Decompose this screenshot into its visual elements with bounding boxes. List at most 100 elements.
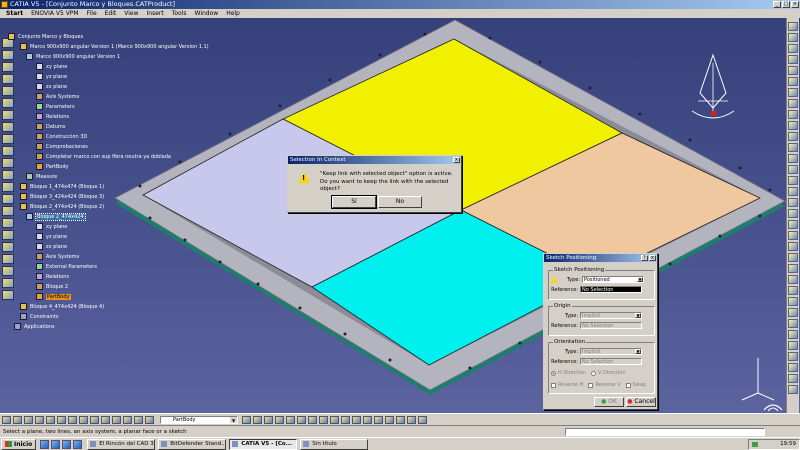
toolbar-icon-b19[interactable] <box>286 416 295 424</box>
tree-bloque4[interactable]: Bloque 4_474x424 (Bloque 4) <box>20 302 104 311</box>
tree-relations[interactable]: Relations <box>36 112 69 121</box>
toolbar-icon-b16[interactable] <box>253 416 262 424</box>
tree-applications[interactable]: Applications <box>14 322 55 331</box>
toolbar-icon-b9[interactable] <box>90 416 99 424</box>
toolbar-icon-b26[interactable] <box>363 416 372 424</box>
tree-datums[interactable]: Datums <box>36 122 66 131</box>
toolbar-icon-r7[interactable] <box>788 88 798 97</box>
menu-enovia[interactable]: ENOVIA V5 VPM <box>27 9 83 18</box>
taskbar-item-bitdefender[interactable]: BitDefender Stand... <box>158 438 227 450</box>
v-direction-radio[interactable]: V Direction <box>590 370 626 376</box>
orientation-reference-field[interactable]: No Selection <box>580 358 642 365</box>
h-direction-radio[interactable]: H Direction <box>551 370 586 376</box>
no-button[interactable]: No <box>378 196 422 208</box>
toolbar-icon-r24[interactable] <box>788 275 798 284</box>
tree-parameters[interactable]: Parameters <box>36 102 75 111</box>
toolbar-icon-r23[interactable] <box>788 264 798 273</box>
sketch-close-button[interactable]: × <box>649 255 656 261</box>
toolbar-icon-b5[interactable] <box>46 416 55 424</box>
toolbar-icon-r20[interactable] <box>788 231 798 240</box>
toolbar-icon-r25[interactable] <box>788 286 798 295</box>
cancel-button[interactable]: ● Cancel <box>626 397 656 407</box>
toolbar-icon-r18[interactable] <box>788 209 798 218</box>
menu-view[interactable]: View <box>120 9 142 18</box>
tree-relations-2[interactable]: Relations <box>36 272 69 281</box>
toolbar-icon-b2[interactable] <box>13 416 22 424</box>
toolbar-icon-r16[interactable] <box>788 187 798 196</box>
tree-xy-plane[interactable]: xy plane <box>36 62 67 71</box>
tree-zx-plane[interactable]: zx plane <box>36 82 67 91</box>
tree-completar[interactable]: Completar marco con sup fibra neutra ya … <box>36 152 171 161</box>
origin-type-select[interactable]: Implicit ▼ <box>580 312 642 319</box>
tree-bloque1[interactable]: Bloque 1_474x474 (Bloque 1) <box>20 182 104 191</box>
command-input[interactable] <box>565 428 765 436</box>
start-button[interactable]: Inicio <box>1 438 37 450</box>
reverse-h-checkbox[interactable]: Reverse H <box>551 382 583 388</box>
toolbar-icon-b20[interactable] <box>297 416 306 424</box>
tree-axis-systems-2[interactable]: Axis Systems <box>36 252 79 261</box>
menu-help[interactable]: Help <box>222 9 244 18</box>
toolbar-icon-r4[interactable] <box>788 55 798 64</box>
close-button[interactable]: × <box>791 1 799 8</box>
tray-icon[interactable] <box>752 441 758 447</box>
tree-zx-plane-2[interactable]: zx plane <box>36 242 67 251</box>
reverse-v-checkbox[interactable]: Reverse V <box>588 382 621 388</box>
tree-partbody[interactable]: PartBody <box>36 162 69 171</box>
toolbar-icon-b12[interactable] <box>123 416 132 424</box>
chevron-down-icon[interactable]: ▼ <box>637 277 643 282</box>
taskbar-item-catia[interactable]: CATIA V5 - [Co... <box>229 438 298 450</box>
toolbar-icon-r13[interactable] <box>788 154 798 163</box>
toolbar-icon-r27[interactable] <box>788 308 798 317</box>
toolbar-icon-r8[interactable] <box>788 99 798 108</box>
minimize-button[interactable]: _ <box>773 1 781 8</box>
menu-insert[interactable]: Insert <box>143 9 168 18</box>
orientation-type-select[interactable]: Implicit ▼ <box>580 348 642 355</box>
tree-bloque3[interactable]: Bloque 3_424x424 (Bloque 3) <box>20 192 104 201</box>
toolbar-icon-b11[interactable] <box>112 416 121 424</box>
tree-bloque2[interactable]: Bloque 2_474x424 (Bloque 2) <box>20 202 104 211</box>
toolbar-icon-b18[interactable] <box>275 416 284 424</box>
swap-checkbox[interactable]: Swap <box>625 382 646 388</box>
type-select[interactable]: Positioned ▼ <box>582 276 644 283</box>
toolbar-icon-r34[interactable] <box>788 385 798 394</box>
origin-reference-field[interactable]: No Selection <box>580 322 642 329</box>
menu-edit[interactable]: Edit <box>101 9 121 18</box>
tree-axis-systems[interactable]: Axis Systems <box>36 92 79 101</box>
tree-root[interactable]: Conjunto Marco y Bloques <box>8 32 83 41</box>
tree-marco-part[interactable]: Marco 900x900 angular Version 1 <box>26 52 120 61</box>
toolbar-icon-b3[interactable] <box>24 416 33 424</box>
toolbar-icon-b6[interactable] <box>57 416 66 424</box>
toolbar-icon-r26[interactable] <box>788 297 798 306</box>
part-body-combo[interactable]: PartBody ▼ <box>160 416 238 424</box>
toolbar-icon-r19[interactable] <box>788 220 798 229</box>
toolbar-icon-b8[interactable] <box>79 416 88 424</box>
toolbar-icon-r29[interactable] <box>788 330 798 339</box>
toolbar-icon-b17[interactable] <box>264 416 273 424</box>
toolbar-icon-r11[interactable] <box>788 132 798 141</box>
toolbar-icon-b31[interactable] <box>418 416 427 424</box>
toolbar-icon-r10[interactable] <box>788 121 798 130</box>
toolbar-icon-r1[interactable] <box>788 22 798 31</box>
toolbar-icon-b30[interactable] <box>407 416 416 424</box>
toolbar-icon-r17[interactable] <box>788 198 798 207</box>
tree-bloque2-part[interactable]: Bloque 2_474x424 <box>26 212 86 221</box>
tree-partbody-2[interactable]: PartBody <box>36 292 71 301</box>
tree-construccion[interactable]: Construccion 3D <box>36 132 87 141</box>
toolbar-icon-r9[interactable] <box>788 110 798 119</box>
compass-icon[interactable] <box>688 53 738 128</box>
toolbar-icon-b1[interactable] <box>2 416 11 424</box>
tree-bloque2-body[interactable]: Bloque 2 <box>36 282 68 291</box>
toolbar-icon-r3[interactable] <box>788 44 798 53</box>
dialog-close-button[interactable]: × <box>453 157 460 163</box>
toolbar-icon-b14[interactable] <box>145 416 154 424</box>
reference-field[interactable]: No Selection <box>580 286 642 293</box>
tree-marco[interactable]: Marco 900x900 angular Version 1 (Marco 9… <box>20 42 209 51</box>
tree-comprobaciones[interactable]: Comprobaciones <box>36 142 88 151</box>
toolbar-icon-r12[interactable] <box>788 143 798 152</box>
quicklaunch-icon-3[interactable] <box>62 439 72 449</box>
toolbar-icon-r22[interactable] <box>788 253 798 262</box>
toolbar-icon-b25[interactable] <box>352 416 361 424</box>
toolbar-icon-b22[interactable] <box>319 416 328 424</box>
toolbar-icon-b10[interactable] <box>101 416 110 424</box>
menu-start[interactable]: Start <box>2 9 27 18</box>
